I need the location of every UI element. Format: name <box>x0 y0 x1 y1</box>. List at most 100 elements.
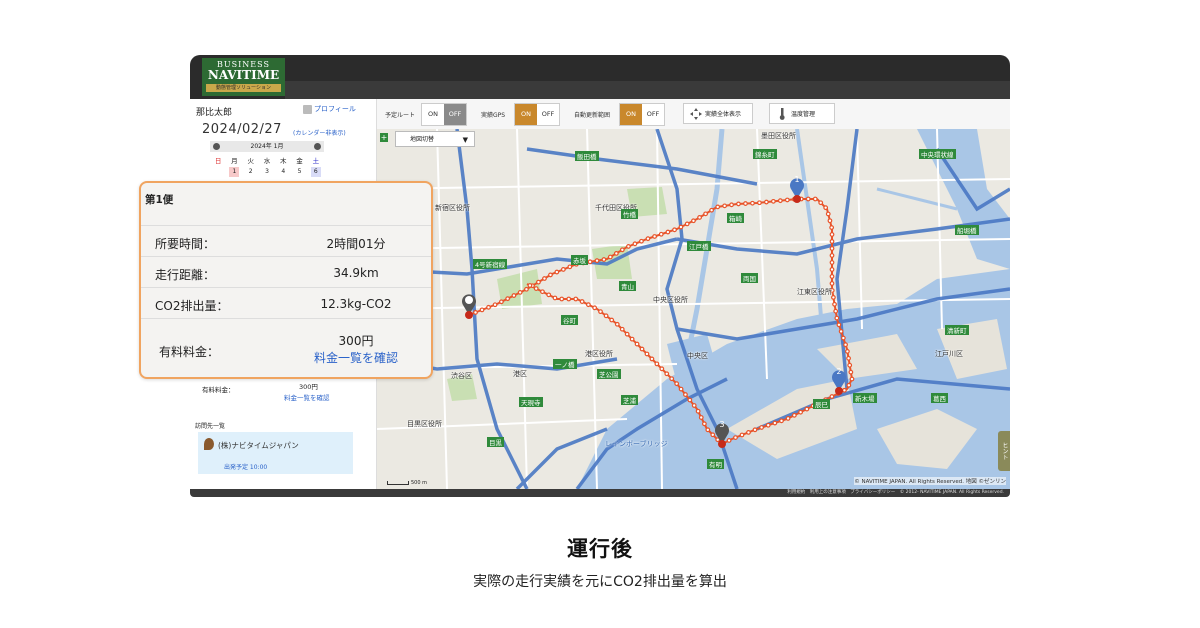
route-dot <box>609 317 615 323</box>
route-dot <box>798 409 804 415</box>
route-dot <box>603 313 609 319</box>
route-dot <box>579 299 585 304</box>
route-dot <box>678 224 684 230</box>
prev-month-icon[interactable] <box>213 143 220 150</box>
route-dot <box>639 238 644 244</box>
calendar-toggle-link[interactable]: (カレンダー非表示) <box>293 128 346 137</box>
calendar-day[interactable]: 6 <box>310 167 321 177</box>
map-label: 墨田区役所 <box>761 132 796 140</box>
route-dot <box>601 257 607 262</box>
route-dot <box>669 376 675 382</box>
route-dot <box>664 371 670 377</box>
route-dot <box>750 200 755 206</box>
route-dot <box>624 331 630 337</box>
zoom-in-button[interactable]: + <box>380 133 388 142</box>
map-label-green: 一ノ橋 <box>553 359 577 369</box>
route-dot <box>829 260 835 265</box>
route-dot <box>645 236 651 242</box>
route-dot <box>703 211 709 217</box>
route-dot <box>566 296 572 302</box>
route-dot <box>498 299 504 305</box>
auto-label: 自動更新範囲 <box>574 112 611 119</box>
profile-label: プロフィール <box>314 105 356 113</box>
summary-key: CO2排出量： <box>155 299 229 313</box>
profile-link[interactable]: プロフィール <box>303 104 356 114</box>
visit-card[interactable]: (株)ナビタイムジャパン 出発予定 10:00 <box>198 432 353 474</box>
route-dot <box>836 322 842 328</box>
route-dot <box>649 356 655 362</box>
summary-value: 300円 <box>338 334 374 348</box>
route-dot <box>598 309 603 315</box>
next-month-icon[interactable] <box>314 143 321 150</box>
calendar-day[interactable]: 2 <box>246 167 256 177</box>
show-all-button[interactable]: 実績全体表示 <box>683 103 753 124</box>
map-label-green: 谷町 <box>561 315 578 325</box>
header-stripe <box>285 81 1010 99</box>
calendar-day[interactable]: 1 <box>229 167 240 177</box>
thermometer-icon <box>779 107 785 120</box>
route-dot <box>759 425 764 430</box>
auto-toggle[interactable]: ON OFF <box>619 103 665 126</box>
route-dot <box>722 203 728 209</box>
calendar-weekdays: 日 月 火 水 木 金 土 <box>210 155 324 165</box>
map-label-green: 芝公園 <box>597 369 621 379</box>
map-label-green: 船堀橋 <box>955 225 979 235</box>
temperature-button[interactable]: 温度管理 <box>769 103 835 124</box>
route-dot <box>607 254 613 260</box>
route-dot <box>691 218 696 224</box>
route-dot <box>829 253 835 258</box>
summary-key: 所要時間： <box>155 237 216 251</box>
auto-off-button[interactable]: OFF <box>642 104 664 125</box>
route-dot <box>619 326 625 332</box>
route-dot <box>701 421 707 427</box>
map-label-green: 箱崎 <box>727 213 744 223</box>
sidebar-fee-value: 300円 <box>299 383 318 391</box>
gps-on-button[interactable]: ON <box>515 104 537 125</box>
route-dot <box>554 269 560 275</box>
logo[interactable]: BUSINESS NAVITIME 動態管理ソリューション <box>202 58 285 96</box>
route-dot <box>629 336 635 342</box>
calendar-day[interactable]: 4 <box>278 167 288 177</box>
sidebar-fee-link[interactable]: 料金一覧を確認 <box>284 392 330 402</box>
route-dot <box>684 221 690 227</box>
auto-on-button[interactable]: ON <box>620 104 642 125</box>
map-label-green: 江戸橋 <box>687 241 711 251</box>
route-dot <box>772 420 778 426</box>
calendar-day[interactable]: 3 <box>262 167 272 177</box>
route-dot <box>709 207 715 213</box>
fee-list-link[interactable]: 料金一覧を確認 <box>281 349 431 366</box>
route-dot <box>833 308 839 314</box>
route-off-button[interactable]: OFF <box>444 104 466 125</box>
gps-off-button[interactable]: OFF <box>537 104 559 125</box>
route-dot <box>829 281 835 286</box>
hint-tab[interactable]: ヒント <box>998 431 1010 471</box>
route-dot <box>536 279 541 285</box>
route-toggle[interactable]: ON OFF <box>421 103 467 126</box>
gps-toggle[interactable]: ON OFF <box>514 103 560 126</box>
weekday-sun: 日 <box>214 157 222 165</box>
map-label-green: 有明 <box>707 459 724 469</box>
route-dot <box>613 251 619 256</box>
route-dot <box>812 196 818 202</box>
summary-value: 34.9km <box>333 266 379 280</box>
weekday-wed: 水 <box>263 157 271 165</box>
map-scale-label: 500 m <box>411 480 428 486</box>
calendar-day[interactable]: 5 <box>295 167 305 177</box>
route-marker-3-label: 3 <box>719 420 724 429</box>
map-switch-dropdown[interactable]: 地図切替 ▼ <box>395 131 475 147</box>
route-dot <box>847 362 853 368</box>
map-switch-label: 地図切替 <box>410 136 435 143</box>
trip-title: 第1便 <box>145 194 174 206</box>
weekday-thu: 木 <box>280 157 287 165</box>
map-view[interactable]: 1 2 3 + 地図切替 ▼ 墨田区役所 千代田区役所 新宿区役所 中央区役所 … <box>377 129 1010 489</box>
caption-subtitle: 実際の走行実績を元にCO2排出量を算出 <box>473 574 727 590</box>
route-dot <box>739 432 745 438</box>
route-dot <box>829 246 835 251</box>
route-dot <box>829 394 835 399</box>
route-marker-1-label: 1 <box>794 175 799 184</box>
route-on-button[interactable]: ON <box>422 104 444 125</box>
route-dot <box>524 286 529 292</box>
expand-icon <box>690 107 702 120</box>
route-dot <box>634 341 640 347</box>
route-dot <box>804 406 810 412</box>
